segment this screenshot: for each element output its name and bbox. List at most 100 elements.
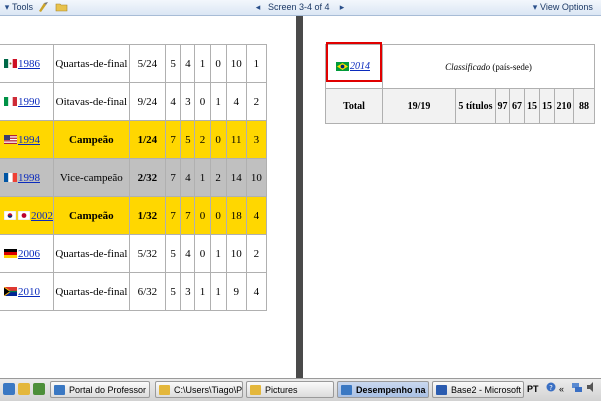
games-cell: 5 xyxy=(165,272,182,311)
table-row: 1994 Campeão 1/24 7 5 2 0 11 3 xyxy=(0,120,268,159)
wins-cell: 4 xyxy=(180,158,196,197)
goals-for-cell: 11 xyxy=(225,120,247,159)
quicklaunch-folder-icon[interactable] xyxy=(18,383,30,395)
year-cell: 2010 xyxy=(0,272,54,311)
goals-for-cell: 14 xyxy=(225,158,247,197)
korea-japan-flag-icon xyxy=(3,211,31,221)
year-cell: 1986 xyxy=(0,44,54,83)
ie-icon xyxy=(341,385,352,395)
total-titles: 5 títulos xyxy=(455,88,496,124)
wins-cell: 4 xyxy=(180,234,196,273)
games-cell: 4 xyxy=(165,82,182,121)
chevron-down-icon: ▾ xyxy=(4,2,10,12)
table-row: 1986 Quartas-de-final 5/24 5 4 1 0 10 1 xyxy=(0,44,268,83)
year-link-2002[interactable]: 2002 xyxy=(31,210,53,222)
help-icon[interactable]: ? xyxy=(546,381,556,398)
quicklaunch-app-icon[interactable] xyxy=(33,383,45,395)
format-icon[interactable] xyxy=(38,1,50,13)
position-cell: 5/24 xyxy=(128,44,167,83)
italy-flag-icon xyxy=(4,97,17,107)
table-row: 1990 Oitavas-de-final 9/24 4 3 0 1 4 2 xyxy=(0,82,268,121)
page-left: 1986 Quartas-de-final 5/24 5 4 1 0 10 1 1990 Oitav… xyxy=(0,16,296,378)
next-screen-button[interactable]: ▸ xyxy=(337,1,347,13)
position-cell: 1/32 xyxy=(128,196,167,235)
goals-against-cell: 4 xyxy=(245,272,268,311)
goals-against-cell: 4 xyxy=(245,196,268,235)
draws-cell: 1 xyxy=(194,44,211,83)
prev-screen-button[interactable]: ◂ xyxy=(253,1,263,13)
taskbar-button-label: C:\Users\Tiago\Pict... xyxy=(174,385,243,395)
goals-for-cell: 9 xyxy=(225,272,247,311)
losses-cell: 0 xyxy=(209,44,227,83)
taskbar-button[interactable]: Desempenho na ... xyxy=(337,381,429,398)
wins-cell: 3 xyxy=(180,82,196,121)
stage-cell: Campeão xyxy=(53,196,130,235)
goals-against-cell: 3 xyxy=(245,120,268,159)
games-cell: 7 xyxy=(165,120,182,159)
tray-chevron-icon[interactable]: « xyxy=(559,381,564,398)
year-link-1990[interactable]: 1990 xyxy=(18,96,40,108)
year-link-2006[interactable]: 2006 xyxy=(18,248,40,260)
draws-cell: 0 xyxy=(194,196,211,235)
wins-cell: 4 xyxy=(180,44,196,83)
usa-flag-icon xyxy=(4,135,17,145)
taskbar-button[interactable]: Portal do Professor ... xyxy=(50,381,150,398)
taskbar-button[interactable]: Pictures xyxy=(246,381,334,398)
total-participations: 19/19 xyxy=(382,88,456,124)
year-link-2010[interactable]: 2010 xyxy=(18,286,40,298)
games-cell: 7 xyxy=(165,158,182,197)
word-icon xyxy=(436,385,447,395)
world-cup-table: 1986 Quartas-de-final 5/24 5 4 1 0 10 1 1990 Oitav… xyxy=(0,44,268,311)
table-row: 2002 Campeão 1/32 7 7 0 0 18 4 xyxy=(0,196,268,235)
table-row: 1998 Vice-campeão 2/32 7 4 1 2 14 10 xyxy=(0,158,268,197)
position-cell: 9/24 xyxy=(128,82,167,121)
year-link-1986[interactable]: 1986 xyxy=(18,58,40,70)
goals-for-cell: 10 xyxy=(225,234,247,273)
wins-cell: 5 xyxy=(180,120,196,159)
stage-cell: Vice-campeão xyxy=(53,158,130,197)
games-cell: 5 xyxy=(165,234,182,273)
total-games: 97 xyxy=(495,88,510,124)
games-cell: 5 xyxy=(165,44,182,83)
folder-icon xyxy=(159,385,170,395)
highlight-box xyxy=(326,42,382,82)
view-options-menu[interactable]: ▾ View Options xyxy=(530,1,593,13)
year-cell: 1998 xyxy=(0,158,54,197)
tools-label: Tools xyxy=(12,2,34,12)
taskbar-button-label: Pictures xyxy=(265,385,298,395)
goals-for-cell: 10 xyxy=(225,44,247,83)
stage-cell: Quartas-de-final xyxy=(53,272,130,311)
year-link-1994[interactable]: 1994 xyxy=(18,134,40,146)
draws-cell: 0 xyxy=(194,82,211,121)
stage-cell: Quartas-de-final xyxy=(53,44,130,83)
taskbar-button[interactable]: Base2 - Microsoft W... xyxy=(432,381,524,398)
germany-flag-icon xyxy=(4,249,17,259)
folder-icon xyxy=(250,385,261,395)
quicklaunch-ie-icon[interactable] xyxy=(3,383,15,395)
losses-cell: 0 xyxy=(209,196,227,235)
classified-label: Classificado xyxy=(445,61,491,72)
total-draws: 15 xyxy=(524,88,540,124)
taskbar-button[interactable]: C:\Users\Tiago\Pict... xyxy=(155,381,243,398)
losses-cell: 1 xyxy=(209,272,227,311)
host-note: (país-sede) xyxy=(492,61,532,72)
position-cell: 6/32 xyxy=(128,272,167,311)
table-row: 2010 Quartas-de-final 6/32 5 3 1 1 9 4 xyxy=(0,272,268,311)
reading-toolbar: ▾ Tools ◂ Screen 3-4 of 4 ▸ ▾ View Options xyxy=(0,0,601,16)
folder-open-icon[interactable] xyxy=(55,1,68,13)
arrow-left-icon: ◂ xyxy=(255,2,261,12)
games-cell: 7 xyxy=(165,196,182,235)
total-row: Total 19/19 5 títulos 97 67 15 15 210 88 xyxy=(325,88,595,124)
stage-cell: Quartas-de-final xyxy=(53,234,130,273)
tools-menu[interactable]: ▾ Tools xyxy=(2,1,33,13)
network-icon[interactable] xyxy=(571,381,583,398)
taskbar-button-label: Base2 - Microsoft W... xyxy=(451,385,523,395)
year-link-1998[interactable]: 1998 xyxy=(18,172,40,184)
volume-icon[interactable] xyxy=(586,381,598,398)
losses-cell: 1 xyxy=(209,82,227,121)
year-cell: 1990 xyxy=(0,82,54,121)
taskbar-button-label: Portal do Professor ... xyxy=(69,385,150,395)
year-cell: 1994 xyxy=(0,120,54,159)
view-options-label: View Options xyxy=(540,2,593,12)
language-indicator[interactable]: PT xyxy=(527,381,539,398)
